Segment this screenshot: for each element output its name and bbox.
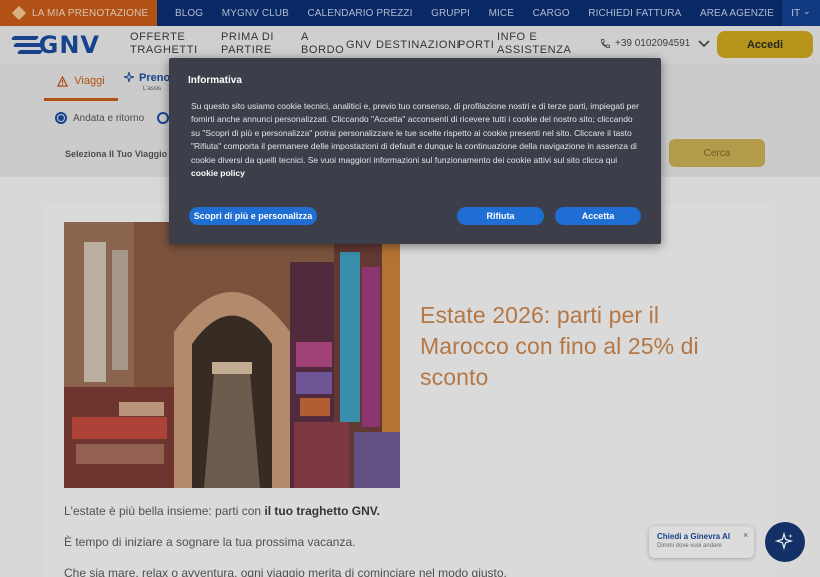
accept-cookies-button[interactable]: Accetta: [555, 207, 641, 225]
cookie-consent-dialog: Informativa Su questo sito usiamo cookie…: [169, 58, 661, 244]
reject-cookies-button[interactable]: Rifiuta: [457, 207, 544, 225]
cookie-dialog-text: Su questo sito usiamo cookie tecnici, an…: [191, 100, 643, 180]
cookie-dialog-body: Su questo sito usiamo cookie tecnici, an…: [191, 101, 639, 165]
cookie-policy-link[interactable]: cookie policy: [191, 168, 245, 178]
customize-cookies-button[interactable]: Scopri di più e personalizza: [189, 207, 317, 225]
cookie-dialog-title: Informativa: [188, 75, 242, 86]
